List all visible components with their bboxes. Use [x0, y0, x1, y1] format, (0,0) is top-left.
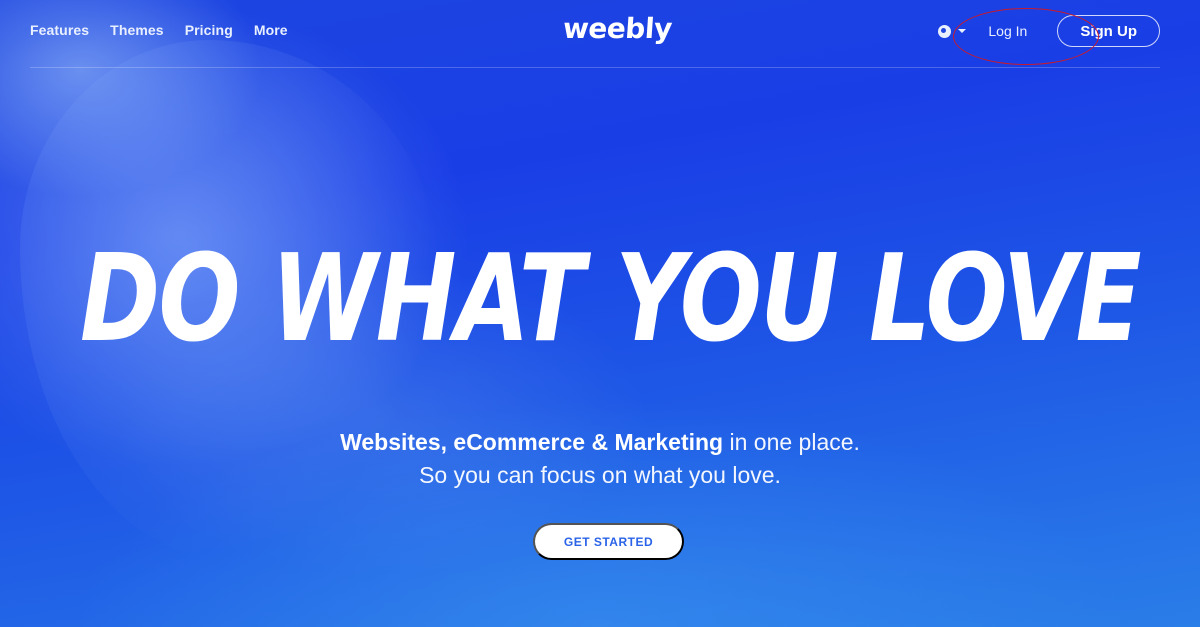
language-selector[interactable]: [938, 24, 967, 38]
nav-more[interactable]: More: [254, 22, 288, 38]
globe-icon: [938, 24, 952, 38]
signup-button[interactable]: Sign Up: [1057, 15, 1160, 47]
nav-themes[interactable]: Themes: [110, 22, 164, 38]
nav-features[interactable]: Features: [30, 22, 89, 38]
hero-tagline: Websites, eCommerce & Marketing in one p…: [0, 426, 1200, 492]
nav-pricing[interactable]: Pricing: [185, 22, 233, 38]
tagline-bold: Websites, eCommerce & Marketing: [340, 429, 724, 455]
weebly-logo[interactable]: weebly: [562, 12, 673, 45]
nav-divider: [30, 67, 1160, 68]
caret-down-icon: [958, 29, 967, 33]
tagline-line-2: So you can focus on what you love.: [419, 462, 781, 488]
tagline-line-1: Websites, eCommerce & Marketing in one p…: [0, 426, 1200, 459]
hero-headline: DO WHAT YOU LOVE: [80, 230, 1143, 369]
main-nav: Features Themes Pricing More: [30, 22, 288, 38]
tagline-rest: in one place.: [723, 429, 860, 455]
hero-headline-text: DO WHAT YOU LOVE: [80, 230, 1141, 369]
login-link[interactable]: Log In: [988, 23, 1027, 39]
account-nav: Log In Sign Up: [938, 15, 1160, 47]
get-started-button[interactable]: GET STARTED: [533, 523, 684, 560]
